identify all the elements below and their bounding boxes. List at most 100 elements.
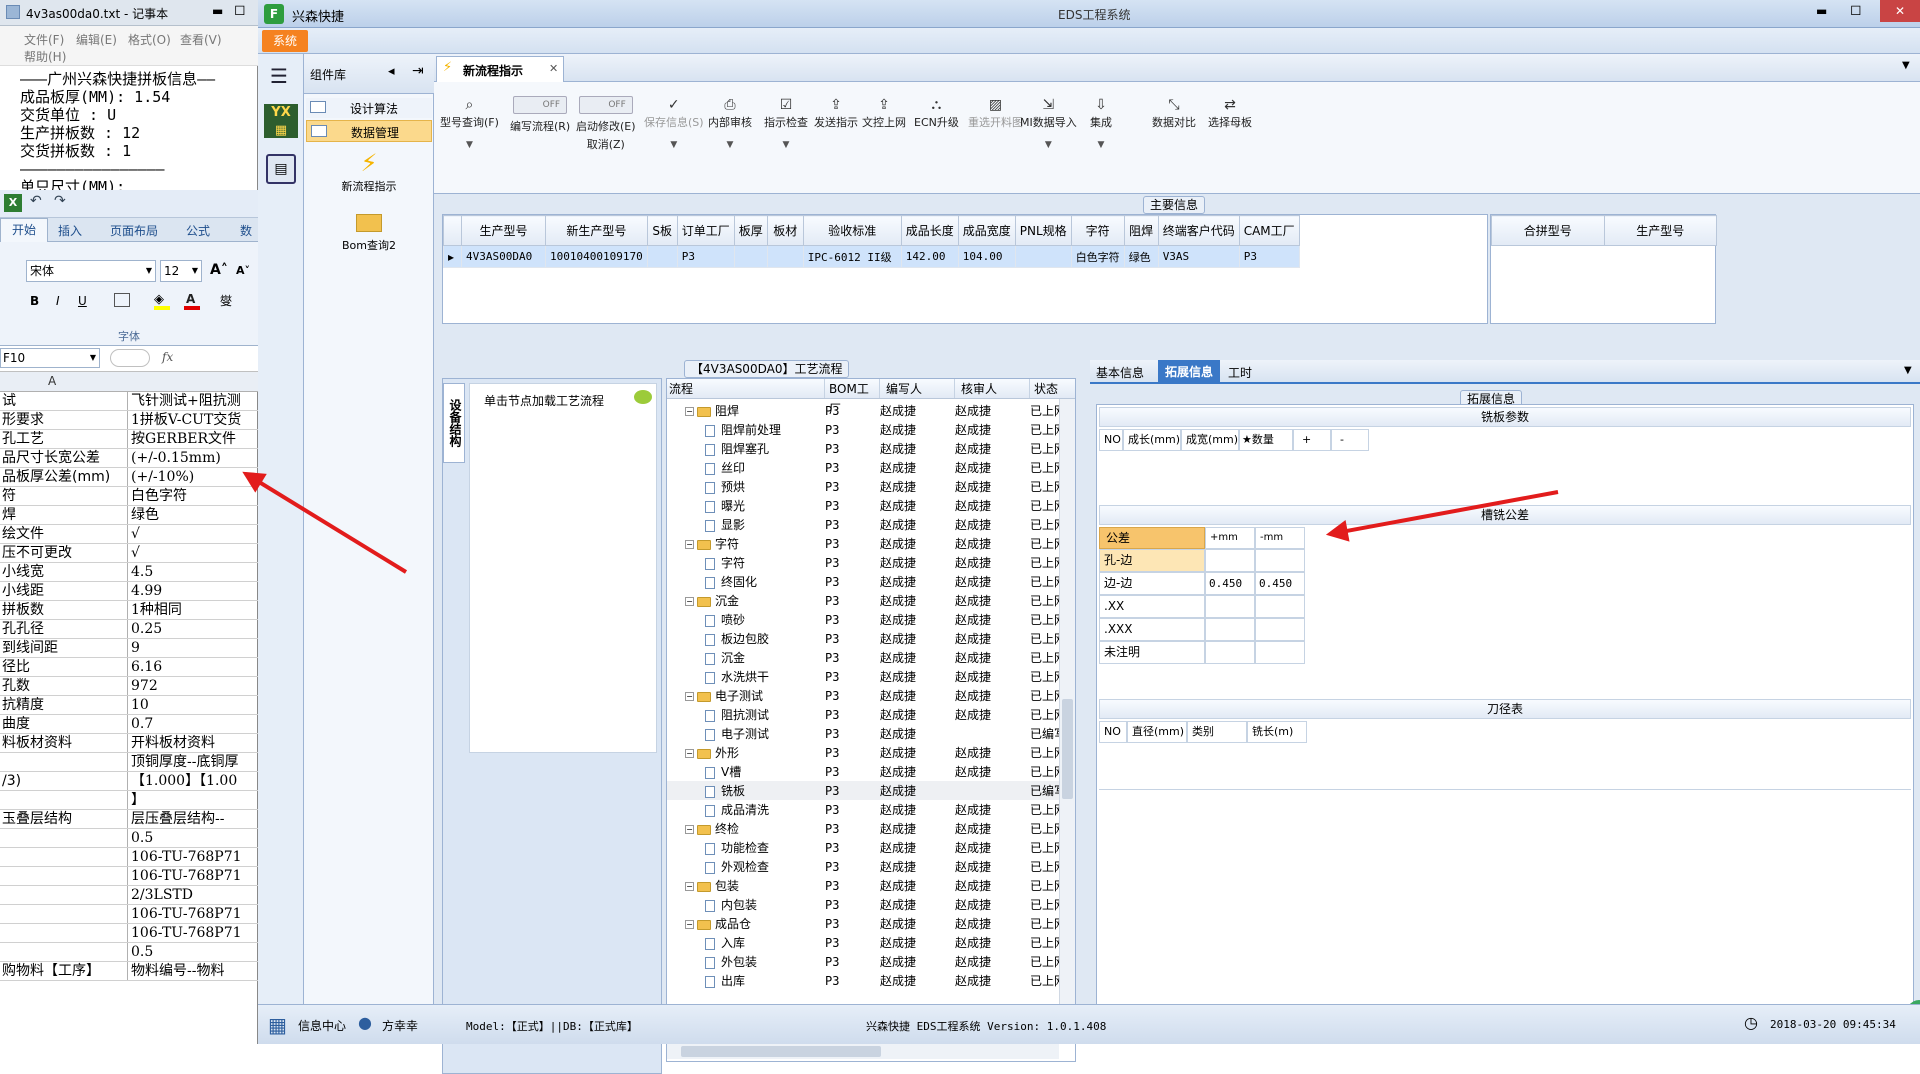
bold-icon[interactable]: B — [30, 294, 39, 308]
toggle-switch[interactable]: OFF — [578, 96, 633, 114]
flow-col-writer[interactable]: 编写人 — [880, 379, 955, 398]
excel-cell-a[interactable]: 径比 — [0, 658, 128, 676]
excel-row[interactable]: 2/3LSTD — [0, 886, 258, 905]
excel-cell-b[interactable]: 4.99 — [128, 582, 258, 600]
mill-col-width[interactable]: 成宽(mm) — [1181, 429, 1239, 451]
excel-cell-a[interactable]: 抗精度 — [0, 696, 128, 714]
flow-tree-row[interactable]: 阻抗测试 P3 赵成捷 赵成捷 已上网 — [667, 705, 1075, 724]
main-cell[interactable]: 10010400109170 — [545, 245, 648, 268]
flow-tree-row[interactable]: 沉金 P3 赵成捷 赵成捷 已上网 — [667, 648, 1075, 667]
font-size-box[interactable]: 12 ▼ — [160, 260, 202, 282]
excel-cell-b[interactable]: 106-TU-768P71 — [128, 848, 258, 866]
excel-row[interactable]: 曲度 0.7 — [0, 715, 258, 734]
excel-cell-b[interactable]: (+/-0.15mm) — [128, 449, 258, 467]
flow-tree-row[interactable]: 板边包胶 P3 赵成捷 赵成捷 已上网 — [667, 629, 1075, 648]
tool-col-diameter[interactable]: 直径(mm) — [1127, 721, 1187, 743]
tool-col-no[interactable]: NO — [1099, 721, 1127, 743]
excel-row[interactable]: 106-TU-768P71 — [0, 905, 258, 924]
phonetic-icon[interactable]: 燮 — [220, 292, 232, 309]
main-col-header[interactable]: 阻焊 — [1123, 215, 1159, 246]
excel-row[interactable]: 料板材资料 开料板材资料 — [0, 734, 258, 753]
tolerance-grid[interactable]: 公差 +mm -mm 孔-边 边-边 0.450 0.450 .XX .XXX 未注明 — [1099, 527, 1305, 664]
shrink-font-icon[interactable]: A˅ — [236, 264, 250, 277]
excel-cell-a[interactable] — [0, 905, 128, 923]
flow-tree-row[interactable]: 显影 P3 赵成捷 赵成捷 已上网 — [667, 515, 1075, 534]
excel-row[interactable]: 孔数 972 — [0, 677, 258, 696]
main-col-header[interactable]: PNL规格 — [1014, 215, 1072, 246]
main-cell[interactable]: V3AS — [1157, 245, 1240, 268]
tolerance-minus-cell[interactable] — [1255, 595, 1305, 618]
collapse-icon[interactable]: − — [685, 749, 694, 758]
mill-col-qty[interactable]: ★数量 — [1239, 429, 1293, 451]
excel-cell-b[interactable]: 层压叠层结构-- — [128, 810, 258, 828]
excel-cell-a[interactable]: 购物料【工序】 — [0, 962, 128, 980]
excel-cell-b[interactable]: 1拼板V-CUT交货 — [128, 411, 258, 429]
main-cell[interactable]: P3 — [1238, 245, 1300, 268]
main-col-header[interactable]: S板 — [646, 215, 678, 246]
tab-work-hours[interactable]: 工时 — [1228, 364, 1252, 381]
tolerance-plus-cell[interactable] — [1205, 641, 1255, 664]
main-cell[interactable] — [1014, 245, 1072, 268]
excel-row[interactable]: 购物料【工序】 物料编号--物料 — [0, 962, 258, 981]
flow-tree-row[interactable]: 终固化 P3 赵成捷 赵成捷 已上网 — [667, 572, 1075, 591]
excel-tab-home[interactable]: 开始 — [0, 218, 48, 242]
name-box[interactable]: F10 ▼ — [0, 348, 100, 368]
excel-cell-a[interactable]: 压不可更改 — [0, 544, 128, 562]
nav-bom-query[interactable]: Bom查询2 — [304, 208, 434, 264]
toolbar-button-3[interactable]: ✓ 保存信息(S) ▼ — [644, 96, 704, 150]
flow-tree-row[interactable]: 阻焊塞孔 P3 赵成捷 赵成捷 已上网 — [667, 439, 1075, 458]
excel-cell-b[interactable]: 10 — [128, 696, 258, 714]
scroll-thumb[interactable] — [1062, 699, 1073, 799]
main-col-header[interactable]: 成品长度 — [900, 215, 959, 246]
excel-row[interactable]: 小线宽 4.5 — [0, 563, 258, 582]
excel-cell-b[interactable]: √ — [128, 525, 258, 543]
excel-row[interactable]: 106-TU-768P71 — [0, 848, 258, 867]
excel-row[interactable]: 品板厚公差(mm) (+/-10%) — [0, 468, 258, 487]
notepad-titlebar[interactable]: 4v3as00da0.txt - 记事本 ▬ ◻ — [0, 0, 258, 26]
excel-cell-a[interactable] — [0, 829, 128, 847]
excel-cell-a[interactable]: 符 — [0, 487, 128, 505]
close-tab-icon[interactable]: ✕ — [549, 62, 558, 75]
flow-tree-grid[interactable]: 流程 BOM工厂 编写人 核审人 状态 − 阻焊 P3 赵成捷 赵成捷 已上网 阻焊前处理 P… — [666, 378, 1076, 1062]
flow-tree-row[interactable]: 字符 P3 赵成捷 赵成捷 已上网 — [667, 553, 1075, 572]
tolerance-col-minus[interactable]: -mm — [1255, 527, 1305, 549]
italic-icon[interactable]: I — [56, 294, 60, 308]
excel-row[interactable]: 符白色字符 — [0, 487, 258, 506]
grid-apps-icon[interactable]: ▦ — [268, 1013, 287, 1037]
main-cell[interactable]: 4V3AS00DA0 — [461, 245, 546, 268]
tab-ext-info[interactable]: 拓展信息 — [1158, 360, 1220, 384]
main-col-header[interactable]: 终端客户代码 — [1157, 215, 1240, 246]
excel-cell-b[interactable]: 0.25 — [128, 620, 258, 638]
main-col-header[interactable]: 订单工厂 — [676, 215, 735, 246]
tolerance-row[interactable]: .XX — [1099, 595, 1305, 618]
excel-tab-insert[interactable]: 插入 — [58, 222, 82, 239]
window-close-icon[interactable]: ✕ — [1880, 0, 1920, 22]
excel-cell-b[interactable]: 4.5 — [128, 563, 258, 581]
toolbar-button-12[interactable]: ⤡ 数据对比 — [1152, 96, 1196, 130]
load-hint-card[interactable]: 单击节点加载工艺流程 — [469, 383, 657, 753]
excel-row[interactable]: 压不可更改 √ — [0, 544, 258, 563]
hamburger-menu-icon[interactable]: ☰ — [270, 64, 288, 88]
flow-horizontal-scrollbar[interactable] — [667, 1043, 1059, 1059]
excel-row[interactable]: 0.5 — [0, 829, 258, 848]
excel-cell-b[interactable]: 【1.000】【1.00 — [128, 772, 258, 790]
flow-tree-row[interactable]: 水洗烘干 P3 赵成捷 赵成捷 已上网 — [667, 667, 1075, 686]
comp-item-data[interactable]: 数据管理 — [306, 120, 432, 142]
collapse-left-icon[interactable]: ◂ — [388, 64, 395, 79]
mill-remove-button[interactable]: - — [1331, 429, 1369, 451]
excel-cell-a[interactable] — [0, 924, 128, 942]
excel-row[interactable]: 0.5 — [0, 943, 258, 962]
excel-row[interactable]: 106-TU-768P71 — [0, 867, 258, 886]
excel-cell-a[interactable]: 焊 — [0, 506, 128, 524]
toolbar-button-9[interactable]: ▨ 重选开料图 — [968, 96, 1023, 130]
maximize-icon[interactable]: ◻ — [234, 2, 246, 18]
tolerance-minus-cell[interactable] — [1255, 641, 1305, 664]
formula-cancel-pill[interactable] — [110, 349, 150, 367]
tolerance-plus-cell[interactable] — [1205, 549, 1255, 572]
tolerance-minus-cell[interactable]: 0.450 — [1255, 572, 1305, 595]
excel-cell-b[interactable]: 2/3LSTD — [128, 886, 258, 904]
excel-cell-b[interactable]: 顶铜厚度--底铜厚 — [128, 753, 258, 771]
main-cell[interactable]: P3 — [676, 245, 735, 268]
flow-tree-row[interactable]: 出库 P3 赵成捷 赵成捷 已上网 — [667, 971, 1075, 990]
toggle-switch[interactable]: OFF — [513, 96, 568, 114]
